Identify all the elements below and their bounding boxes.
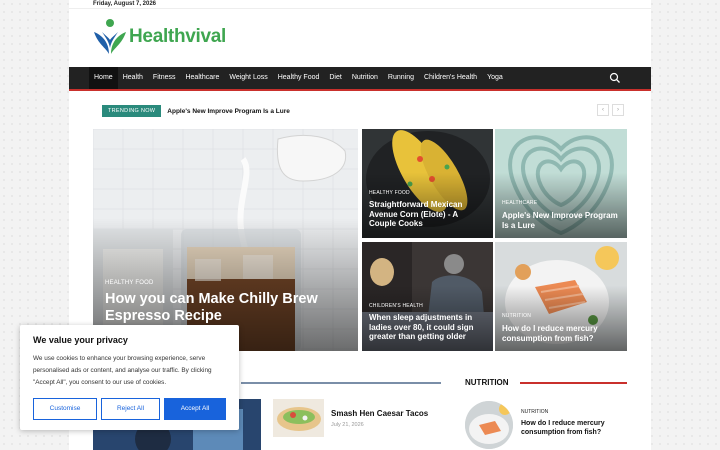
tile-sleep-category[interactable]: CHILDREN'S HEALTH xyxy=(369,303,423,309)
nav-home[interactable]: Home xyxy=(89,67,118,89)
tile-salmon-category[interactable]: NUTRITION xyxy=(502,313,531,319)
cookie-title: We value your privacy xyxy=(33,335,128,345)
featured-tile-salmon[interactable]: NUTRITION How do I reduce mercury consum… xyxy=(495,242,627,351)
tile-apple-title[interactable]: Apple's New Improve Program Is a Lure xyxy=(502,211,620,230)
current-date: Friday, August 7, 2026 xyxy=(93,1,157,7)
tacos-date: July 21, 2026 xyxy=(331,422,364,428)
tacos-image xyxy=(273,399,324,437)
nav-childrens-health[interactable]: Children's Health xyxy=(419,67,482,89)
tile-corn-title[interactable]: Straightforward Mexican Avenue Corn (Elo… xyxy=(369,200,487,229)
tile-apple-category[interactable]: HEALTHCARE xyxy=(502,200,537,206)
nav-fitness[interactable]: Fitness xyxy=(148,67,181,89)
featured-main-category[interactable]: HEALTHY FOOD xyxy=(105,280,154,286)
accept-all-button[interactable]: Accept All xyxy=(164,398,226,420)
customise-button[interactable]: Customise xyxy=(33,398,97,420)
main-nav: Home Health Fitness Healthcare Weight Lo… xyxy=(69,67,651,91)
featured-main-tile[interactable]: HEALTHY FOOD How you can Make Chilly Bre… xyxy=(93,129,358,351)
tacos-title[interactable]: Smash Hen Caesar Tacos xyxy=(331,409,428,418)
trending-headline[interactable]: Apple's New Improve Program Is a Lure xyxy=(167,108,290,115)
logo-text: Healthvival xyxy=(129,26,227,47)
trending-bar: TRENDING NOW Apple's New Improve Program… xyxy=(102,104,630,118)
reject-all-button[interactable]: Reject All xyxy=(101,398,160,420)
nutrition-thumb[interactable] xyxy=(465,401,513,449)
site-logo[interactable]: Healthvival xyxy=(92,18,226,56)
featured-main-title[interactable]: How you can Make Chilly Brew Espresso Re… xyxy=(105,291,345,326)
cookie-consent-dialog: We value your privacy We use cookies to … xyxy=(20,325,239,430)
nav-running[interactable]: Running xyxy=(383,67,419,89)
nutrition-salmon-image xyxy=(465,401,513,449)
nutrition-item-title[interactable]: How do I reduce mercury consumption from… xyxy=(521,419,631,437)
featured-tile-sleep[interactable]: CHILDREN'S HEALTH When sleep adjustments… xyxy=(362,242,493,351)
nutrition-section-divider xyxy=(520,382,627,384)
nav-health[interactable]: Health xyxy=(118,67,148,89)
nav-diet[interactable]: Diet xyxy=(324,67,346,89)
tacos-thumb[interactable] xyxy=(273,399,324,437)
trending-prev-button[interactable]: ‹ xyxy=(597,104,609,116)
featured-tile-apple[interactable]: HEALTHCARE Apple's New Improve Program I… xyxy=(495,129,627,238)
cookie-text: We use cookies to enhance your browsing … xyxy=(33,355,212,386)
nutrition-section-title[interactable]: NUTRITION xyxy=(465,378,509,387)
featured-tile-corn[interactable]: HEALTHY FOOD Straightforward Mexican Ave… xyxy=(362,129,493,238)
nav-weight-loss[interactable]: Weight Loss xyxy=(224,67,272,89)
nav-healthy-food[interactable]: Healthy Food xyxy=(273,67,325,89)
nutrition-item-category[interactable]: NUTRITION xyxy=(521,409,548,415)
tile-corn-category[interactable]: HEALTHY FOOD xyxy=(369,190,410,196)
search-icon[interactable] xyxy=(609,72,621,84)
nav-healthcare[interactable]: Healthcare xyxy=(180,67,224,89)
tile-salmon-title[interactable]: How do I reduce mercury consumption from… xyxy=(502,324,622,343)
trending-badge: TRENDING NOW xyxy=(102,105,162,117)
nav-nutrition[interactable]: Nutrition xyxy=(347,67,383,89)
date-bar: Friday, August 7, 2026 xyxy=(69,0,651,9)
logo-person-leaf-icon xyxy=(94,19,126,54)
nav-yoga[interactable]: Yoga xyxy=(482,67,508,89)
tile-sleep-title[interactable]: When sleep adjustments in ladies over 80… xyxy=(369,313,489,342)
section-divider-left xyxy=(241,382,441,384)
trending-next-button[interactable]: › xyxy=(612,104,624,116)
